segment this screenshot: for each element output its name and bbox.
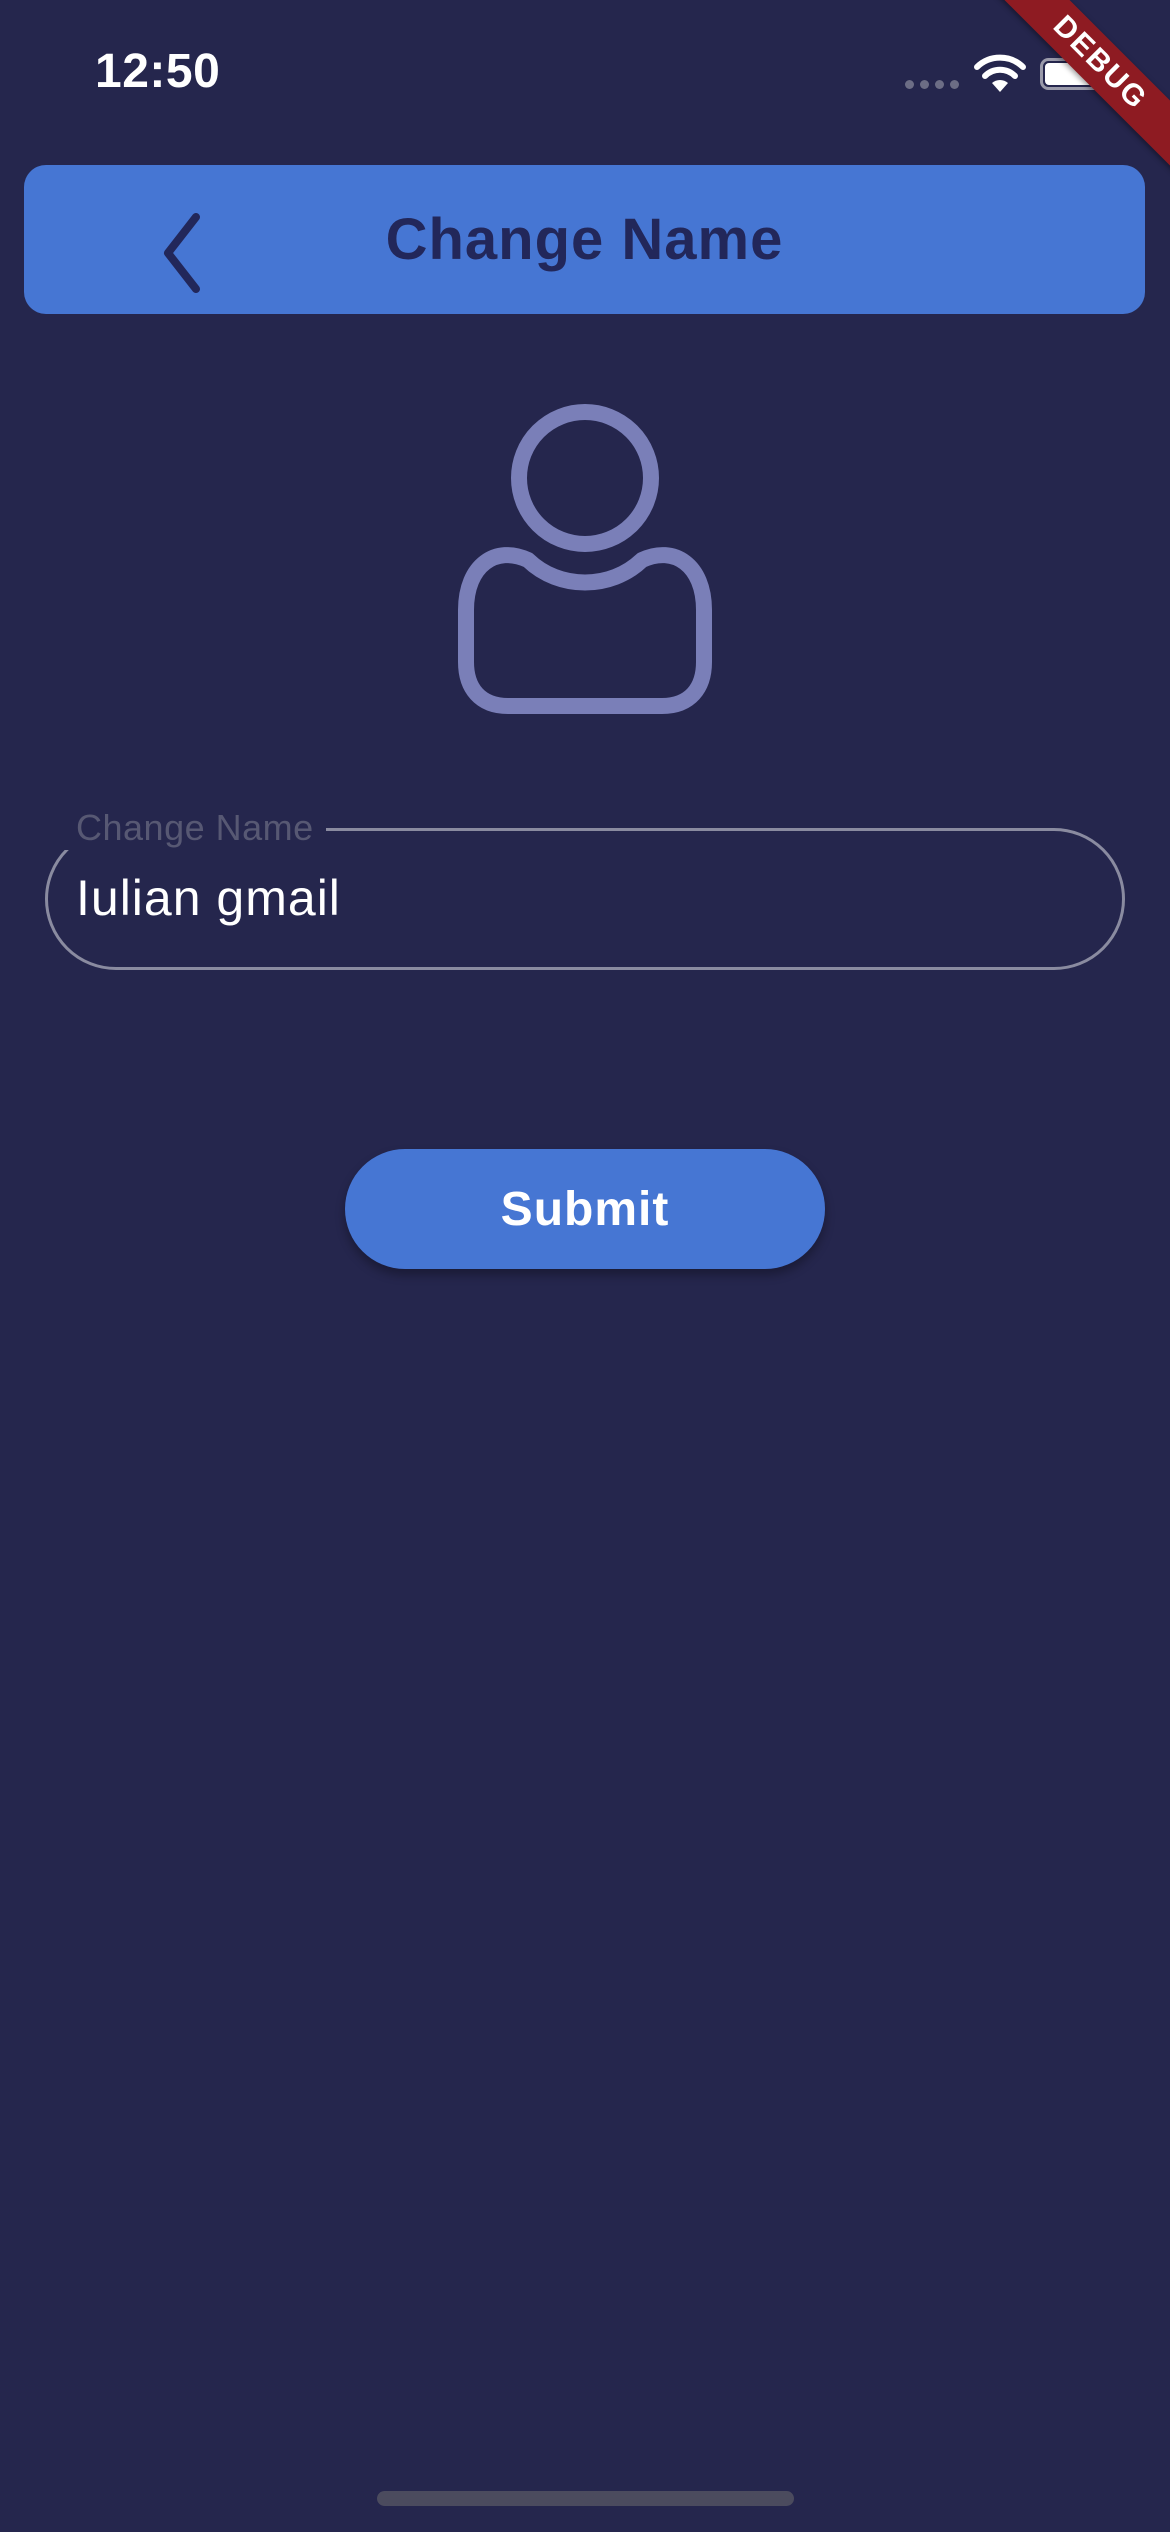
- app-bar: Change Name: [24, 165, 1145, 314]
- chevron-left-icon: [164, 213, 200, 293]
- name-input[interactable]: [76, 862, 1076, 934]
- name-field-label: Change Name: [60, 806, 326, 850]
- wifi-icon: [974, 54, 1026, 92]
- status-time: 12:50: [95, 45, 221, 98]
- status-bar: 12:50: [0, 0, 1170, 150]
- home-indicator[interactable]: [377, 2491, 794, 2506]
- submit-button[interactable]: Submit: [345, 1149, 825, 1269]
- back-button[interactable]: [134, 193, 224, 293]
- battery-icon: [1040, 58, 1108, 90]
- user-outline-icon: [458, 404, 712, 714]
- cellular-signal-icon: [905, 80, 959, 90]
